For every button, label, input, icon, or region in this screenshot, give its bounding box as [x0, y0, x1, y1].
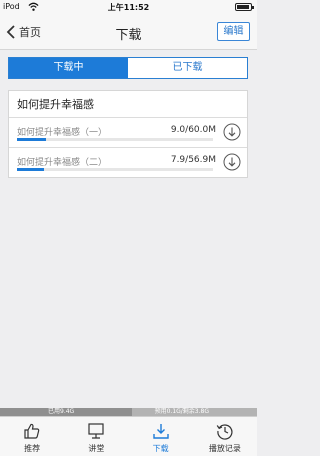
tab-downloads[interactable]: 下载 [129, 417, 193, 456]
download-item-name: 如何提升幸福感（二） [17, 158, 108, 168]
download-progress-track [17, 168, 213, 171]
tab-label: 下载 [152, 444, 169, 453]
tab-bar: 推荐 讲堂 下载 播放记录 [0, 416, 257, 456]
course-title: 如何提升幸福感 [9, 91, 247, 118]
status-bar: iPod 上午11:52 [0, 0, 257, 14]
download-item[interactable]: 如何提升幸福感（一） 9.0/60.0M [9, 118, 247, 148]
tab-label: 推荐 [24, 444, 41, 453]
classroom-icon [88, 423, 104, 439]
download-segment-control: 下载中 已下载 [8, 57, 248, 79]
download-icon[interactable] [223, 123, 241, 141]
download-icon[interactable] [223, 153, 241, 171]
download-item-size: 7.9/56.9M [170, 155, 216, 165]
storage-free-label: 预用0.1G/剩余3.8G [154, 408, 209, 415]
nav-bar: 首页 下载 编辑 [0, 14, 257, 50]
download-icon [152, 424, 169, 439]
download-item-size: 9.0/60.0M [170, 125, 216, 135]
history-icon [216, 424, 233, 440]
status-time: 上午11:52 [107, 3, 150, 12]
tab-recommend[interactable]: 推荐 [0, 417, 64, 456]
course-card: 如何提升幸福感 如何提升幸福感（一） 9.0/60.0M 如何提升幸福感（二） … [8, 90, 248, 178]
tab-label: 讲堂 [88, 444, 105, 453]
storage-used-label: 已用9.4G [48, 408, 75, 415]
thumbs-up-icon [24, 423, 40, 439]
tab-play-history[interactable]: 播放记录 [193, 417, 257, 456]
tab-downloading[interactable]: 下载中 [9, 58, 128, 78]
tab-downloaded[interactable]: 已下载 [128, 58, 247, 78]
download-item[interactable]: 如何提升幸福感（二） 7.9/56.9M [9, 148, 247, 178]
download-progress-fill [17, 138, 47, 141]
download-item-name: 如何提升幸福感（一） [17, 128, 108, 138]
download-progress-fill [17, 168, 45, 171]
battery-icon [235, 3, 254, 11]
storage-bar: 已用9.4G 预用0.1G/剩余3.8G [0, 408, 257, 416]
tab-label: 播放记录 [208, 444, 241, 453]
download-progress-track [17, 138, 213, 141]
edit-button[interactable]: 编辑 [217, 22, 250, 41]
tab-classroom[interactable]: 讲堂 [64, 417, 128, 456]
